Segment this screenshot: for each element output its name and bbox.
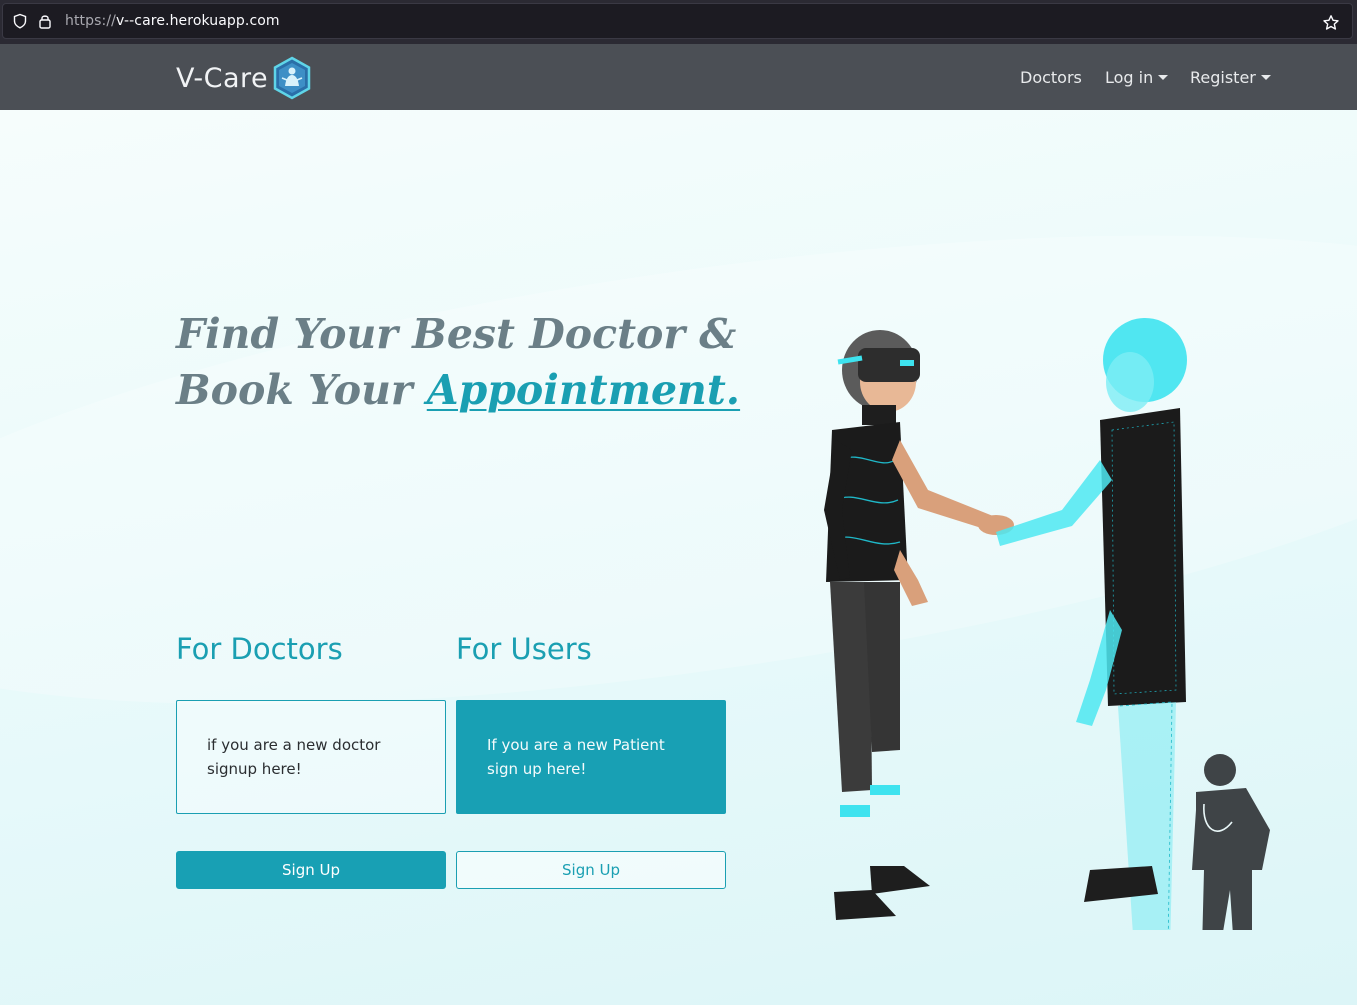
nav-register-label: Register [1190, 68, 1256, 87]
site-navbar: V-Care Doctors Log in Register [0, 44, 1357, 110]
doctor-card-text: if you are a new doctor signup here! [207, 736, 381, 778]
brand-logo-icon [273, 56, 311, 100]
url-host: v--care.herokuapp.com [115, 13, 280, 29]
headline-prefix: Book Your [176, 366, 427, 414]
bookmark-star-icon[interactable] [1322, 14, 1340, 32]
hologram-person-figure [996, 318, 1187, 930]
caret-down-icon [1260, 75, 1271, 80]
nav-login-label: Log in [1105, 68, 1154, 87]
doctor-signup-card: if you are a new doctor signup here! [176, 700, 446, 814]
hero-headline: Find Your Best Doctor & Book Your Appoin… [176, 306, 740, 418]
brand-link[interactable]: V-Care [176, 56, 314, 100]
nav-doctors[interactable]: Doctors [1020, 68, 1082, 87]
vr-person-figure [824, 330, 1014, 920]
caret-down-icon [1158, 75, 1169, 80]
nav-register-dropdown[interactable]: Register [1190, 68, 1271, 87]
patient-card-text: If you are a new Patient sign up here! [487, 736, 665, 778]
doctor-signup-button[interactable]: Sign Up [176, 851, 446, 889]
browser-toolbar: https://v--care.herokuapp.com [0, 0, 1357, 44]
nav-login-dropdown[interactable]: Log in [1105, 68, 1169, 87]
shield-icon[interactable] [12, 13, 28, 29]
headline-line-1: Find Your Best Doctor & [176, 310, 737, 358]
for-users-title: For Users [456, 632, 592, 666]
headline-accent: Appointment. [426, 366, 741, 414]
brand-name: V-Care [176, 62, 269, 94]
url-protocol: https:// [65, 13, 116, 29]
hero-section: Find Your Best Doctor & Book Your Appoin… [0, 110, 1357, 1005]
lock-icon[interactable] [37, 13, 53, 29]
address-bar[interactable]: https://v--care.herokuapp.com [2, 3, 1353, 39]
headline-line-2: Book Your Appointment. [176, 362, 740, 418]
doctor-silhouette [1192, 754, 1270, 930]
patient-signup-card: If you are a new Patient sign up here! [456, 700, 726, 814]
user-signup-button[interactable]: Sign Up [456, 851, 726, 889]
handshake-illustration [824, 318, 1270, 930]
for-doctors-title: For Doctors [176, 632, 343, 666]
url-text[interactable]: https://v--care.herokuapp.com [65, 13, 280, 29]
